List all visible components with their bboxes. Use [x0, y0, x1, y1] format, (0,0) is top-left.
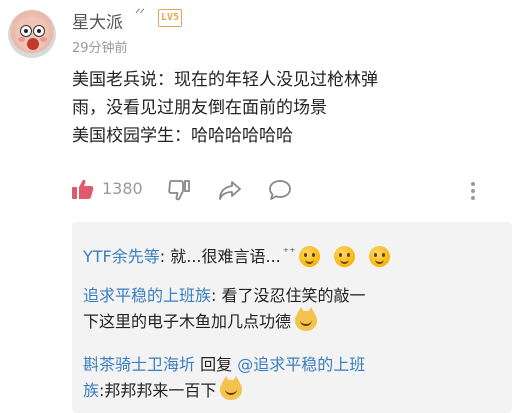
comment-line: 雨，没看见过朋友倒在面前的场景: [72, 98, 327, 118]
sparkle-icon: ⁺⁺: [282, 245, 296, 259]
comment-body: 美国老兵说：现在的年轻人没见过枪林弹 雨，没看见过朋友倒在面前的场景 美国校园学…: [72, 66, 497, 150]
reply-item[interactable]: 斟茶骑士卫海圻 回复 @追求平稳的上班 族:邦邦邦来一百下: [83, 352, 503, 404]
laugh-cry-emoji-icon: [334, 246, 356, 267]
reply-item[interactable]: YTF余先等: 就...很难言语... ⁺⁺: [83, 239, 503, 270]
username[interactable]: 星大派: [72, 8, 123, 33]
comment-line: 美国老兵说：现在的年轻人没见过枪林弹: [72, 70, 378, 90]
avatar-blush: [18, 37, 25, 42]
reply-separator: :: [159, 247, 171, 266]
reply-list: YTF余先等: 就...很难言语... ⁺⁺ 追求平稳的上班族: 看了没忍住笑的敲…: [72, 222, 512, 413]
reply-text: 就...很难言语...: [170, 247, 281, 266]
cat-emoji-icon: [220, 376, 243, 400]
reply-author[interactable]: 斟茶骑士卫海圻: [83, 355, 195, 374]
avatar-blush: [40, 37, 47, 42]
avatar[interactable]: [8, 10, 56, 58]
laugh-cry-emoji-icon: [369, 246, 391, 267]
avatar-eye-icon: [33, 25, 45, 37]
reply-separator: :: [211, 286, 222, 305]
timestamp: 29分钟前: [72, 41, 128, 56]
reply-text: :邦邦邦来一百下: [99, 381, 217, 400]
reply-word: 回复: [195, 355, 238, 374]
like-count: 1380: [102, 179, 143, 198]
comment-line: 美国校园学生：哈哈哈哈哈哈: [72, 126, 293, 146]
avatar-mouth: [27, 38, 39, 50]
reply-author[interactable]: 追求平稳的上班族: [83, 286, 211, 305]
reply-mention[interactable]: @追求平稳的上班: [237, 355, 365, 374]
cat-emoji-icon: [295, 307, 318, 331]
level-badge: LV5: [158, 9, 183, 27]
laugh-cry-emoji-icon: [299, 246, 321, 267]
reply-mention[interactable]: 族: [83, 381, 99, 400]
reply-author[interactable]: YTF余先等: [83, 247, 160, 266]
more-vertical-icon[interactable]: [470, 181, 476, 201]
comment-icon[interactable]: [268, 179, 292, 201]
reply-text: 下这里的电子木鱼加几点功德: [83, 312, 292, 331]
avatar-eye-icon: [20, 25, 32, 37]
user-mark: ᐟᐟ: [135, 7, 145, 22]
thumbs-down-icon[interactable]: [168, 179, 190, 201]
reply-text: 看了没忍住笑的敲一: [221, 286, 366, 305]
share-icon[interactable]: [218, 179, 242, 201]
thumbs-up-icon[interactable]: [72, 179, 94, 199]
reply-item[interactable]: 追求平稳的上班族: 看了没忍住笑的敲一 下这里的电子木鱼加几点功德: [83, 283, 503, 335]
